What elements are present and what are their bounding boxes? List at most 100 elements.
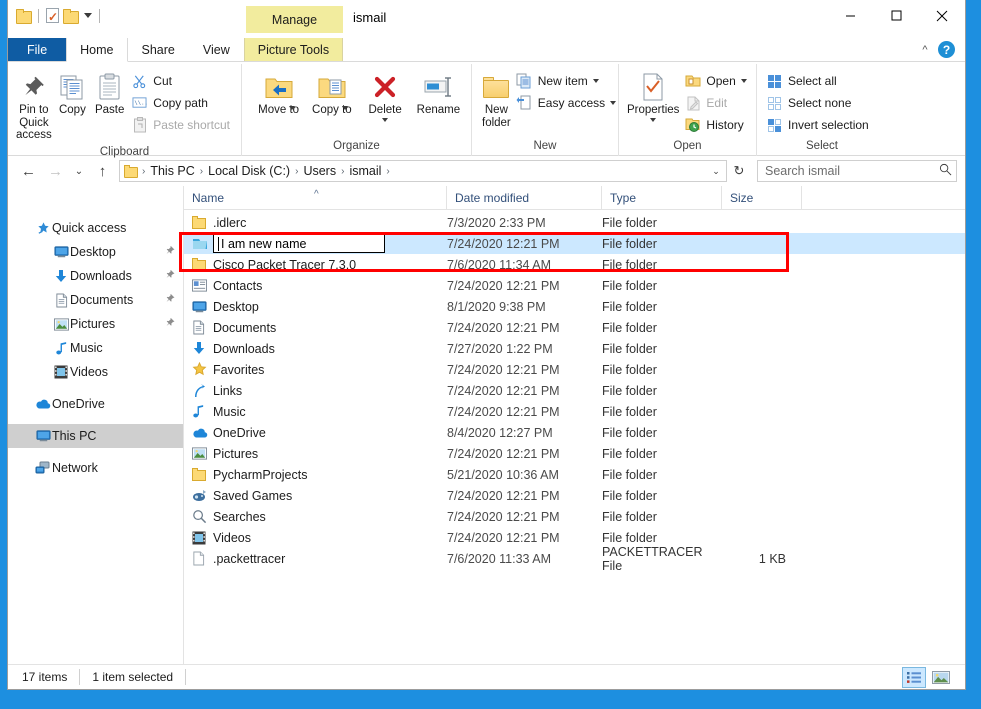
chevron-up-icon[interactable]: ^ <box>918 43 932 57</box>
table-row[interactable]: Downloads 7/27/2020 1:22 PM File folder <box>184 338 965 359</box>
breadcrumb-item-ismail[interactable]: ismail <box>345 161 385 181</box>
tab-picture-tools[interactable]: Picture Tools <box>243 38 344 61</box>
search-icon[interactable] <box>939 163 952 179</box>
breadcrumb-item-this-pc[interactable]: This PC <box>146 161 198 181</box>
minimize-button[interactable] <box>827 0 873 31</box>
file-type-cell: File folder <box>602 278 657 293</box>
table-row[interactable]: Searches 7/24/2020 12:21 PM File folder <box>184 506 965 527</box>
back-button[interactable]: ← <box>16 159 41 183</box>
chevron-down-icon[interactable] <box>382 117 389 122</box>
sidebar-item-desktop[interactable]: Desktop <box>8 240 183 264</box>
maximize-button[interactable] <box>873 0 919 31</box>
pin-icon[interactable] <box>164 317 175 331</box>
easy-access-button[interactable]: Easy access <box>513 92 621 114</box>
table-row[interactable]: Cisco Packet Tracer 7.3.0 7/6/2020 11:34… <box>184 254 965 275</box>
refresh-button[interactable]: ↻ <box>729 163 749 179</box>
details-view-button[interactable] <box>902 666 926 688</box>
folder-icon[interactable] <box>63 9 79 24</box>
new-folder-button[interactable]: New folder <box>480 67 513 132</box>
chevron-down-icon[interactable] <box>610 101 617 105</box>
move-to-button[interactable]: Move to <box>252 67 305 116</box>
chevron-down-icon[interactable] <box>341 105 348 110</box>
sidebar-item-onedrive[interactable]: OneDrive <box>8 392 183 416</box>
table-row[interactable]: Links 7/24/2020 12:21 PM File folder <box>184 380 965 401</box>
pin-icon[interactable] <box>164 245 175 259</box>
chevron-down-icon[interactable]: ⌄ <box>708 166 724 177</box>
file-date-cell: 7/6/2020 11:34 AM <box>447 257 552 272</box>
table-row[interactable]: Favorites 7/24/2020 12:21 PM File folder <box>184 359 965 380</box>
table-row[interactable]: Videos 7/24/2020 12:21 PM File folder <box>184 527 965 548</box>
table-row[interactable]: .packettracer 7/6/2020 11:33 AM PACKETTR… <box>184 545 965 573</box>
sidebar-item-quick-access[interactable]: Quick access <box>8 216 183 240</box>
column-header-size[interactable]: Size <box>722 185 802 210</box>
new-item-button[interactable]: New item <box>513 70 621 92</box>
breadcrumb[interactable]: › This PC › Local Disk (C:) › Users › is… <box>119 160 727 182</box>
table-row[interactable]: Contacts 7/24/2020 12:21 PM File folder <box>184 275 965 296</box>
table-row[interactable]: Desktop 8/1/2020 9:38 PM File folder <box>184 296 965 317</box>
folder-icon <box>192 216 213 229</box>
large-icons-view-button[interactable] <box>929 667 953 688</box>
recent-locations-button[interactable]: ⌄ <box>70 159 88 183</box>
column-header-type[interactable]: Type <box>602 185 722 210</box>
table-row[interactable]: Pictures 7/24/2020 12:21 PM File folder <box>184 443 965 464</box>
tab-file[interactable]: File <box>8 38 67 61</box>
properties-button[interactable]: Properties <box>625 67 681 125</box>
delete-button[interactable]: Delete <box>359 67 412 125</box>
table-row[interactable]: .idlerc 7/3/2020 2:33 PM File folder <box>184 212 965 233</box>
table-row[interactable]: OneDrive 8/4/2020 12:27 PM File folder <box>184 422 965 443</box>
sidebar-item-network[interactable]: Network <box>8 456 183 480</box>
chevron-down-icon[interactable] <box>592 79 599 83</box>
paste-shortcut-button[interactable]: Paste shortcut <box>128 114 235 136</box>
file-name-label: Cisco Packet Tracer 7.3.0 <box>213 257 357 272</box>
forward-button[interactable]: → <box>43 159 68 183</box>
breadcrumb-item-local-disk[interactable]: Local Disk (C:) <box>204 161 294 181</box>
edit-button[interactable]: Edit <box>681 92 751 114</box>
sidebar-item-downloads[interactable]: Downloads <box>8 264 183 288</box>
history-button[interactable]: History <box>681 114 751 136</box>
select-all-button[interactable]: Select all <box>763 70 874 92</box>
tab-view[interactable]: View <box>189 38 244 61</box>
copy-path-button[interactable]: \\.. Copy path <box>128 92 235 114</box>
sidebar-item-label: Music <box>70 341 103 355</box>
customize-dropdown-icon[interactable] <box>84 13 92 18</box>
pin-to-quick-access-button[interactable]: Pin to Quick access <box>14 67 54 145</box>
tab-home[interactable]: Home <box>66 38 128 62</box>
invert-selection-button[interactable]: Invert selection <box>763 114 874 136</box>
copy-to-button[interactable]: Copy to <box>305 67 358 116</box>
table-row[interactable]: PycharmProjects 5/21/2020 10:36 AM File … <box>184 464 965 485</box>
sidebar-item-videos[interactable]: Videos <box>8 360 183 384</box>
pin-icon[interactable] <box>164 293 175 307</box>
chevron-down-icon[interactable] <box>740 79 747 83</box>
close-button[interactable] <box>919 0 965 31</box>
select-none-button[interactable]: Select none <box>763 92 874 114</box>
help-icon[interactable]: ? <box>938 41 955 58</box>
rename-input[interactable]: I am new name <box>213 234 385 253</box>
chevron-down-icon[interactable] <box>288 105 295 110</box>
chevron-down-icon[interactable] <box>650 117 657 122</box>
paste-button[interactable]: Paste <box>91 67 128 120</box>
sort-ascending-icon: ^ <box>314 188 319 200</box>
tab-share[interactable]: Share <box>128 38 189 61</box>
cut-button[interactable]: Cut <box>128 70 235 92</box>
pin-icon[interactable] <box>164 269 175 283</box>
table-row[interactable]: Documents 7/24/2020 12:21 PM File folder <box>184 317 965 338</box>
table-row[interactable]: Music 7/24/2020 12:21 PM File folder <box>184 401 965 422</box>
search-input[interactable]: Search ismail <box>757 160 957 182</box>
table-row[interactable]: Saved Games 7/24/2020 12:21 PM File fold… <box>184 485 965 506</box>
sidebar-item-this-pc[interactable]: This PC <box>8 424 183 448</box>
rename-button[interactable]: Rename <box>412 67 465 120</box>
sidebar-item-pictures[interactable]: Pictures <box>8 312 183 336</box>
new-folder-icon[interactable] <box>16 9 32 24</box>
copy-button[interactable]: Copy <box>54 67 91 120</box>
breadcrumb-item-users[interactable]: Users <box>299 161 340 181</box>
open-button[interactable]: Open <box>681 70 751 92</box>
table-row[interactable]: I am new name 7/24/2020 12:21 PM File fo… <box>184 233 965 254</box>
properties-icon[interactable]: ✓ <box>46 8 59 23</box>
sidebar-item-music[interactable]: Music <box>8 336 183 360</box>
up-button[interactable]: ↑ <box>90 159 115 183</box>
file-name-label: Music <box>213 404 246 419</box>
column-header-name[interactable]: Name ^ <box>184 185 447 210</box>
sidebar-item-documents[interactable]: Documents <box>8 288 183 312</box>
column-header-date-modified[interactable]: Date modified <box>447 185 602 210</box>
